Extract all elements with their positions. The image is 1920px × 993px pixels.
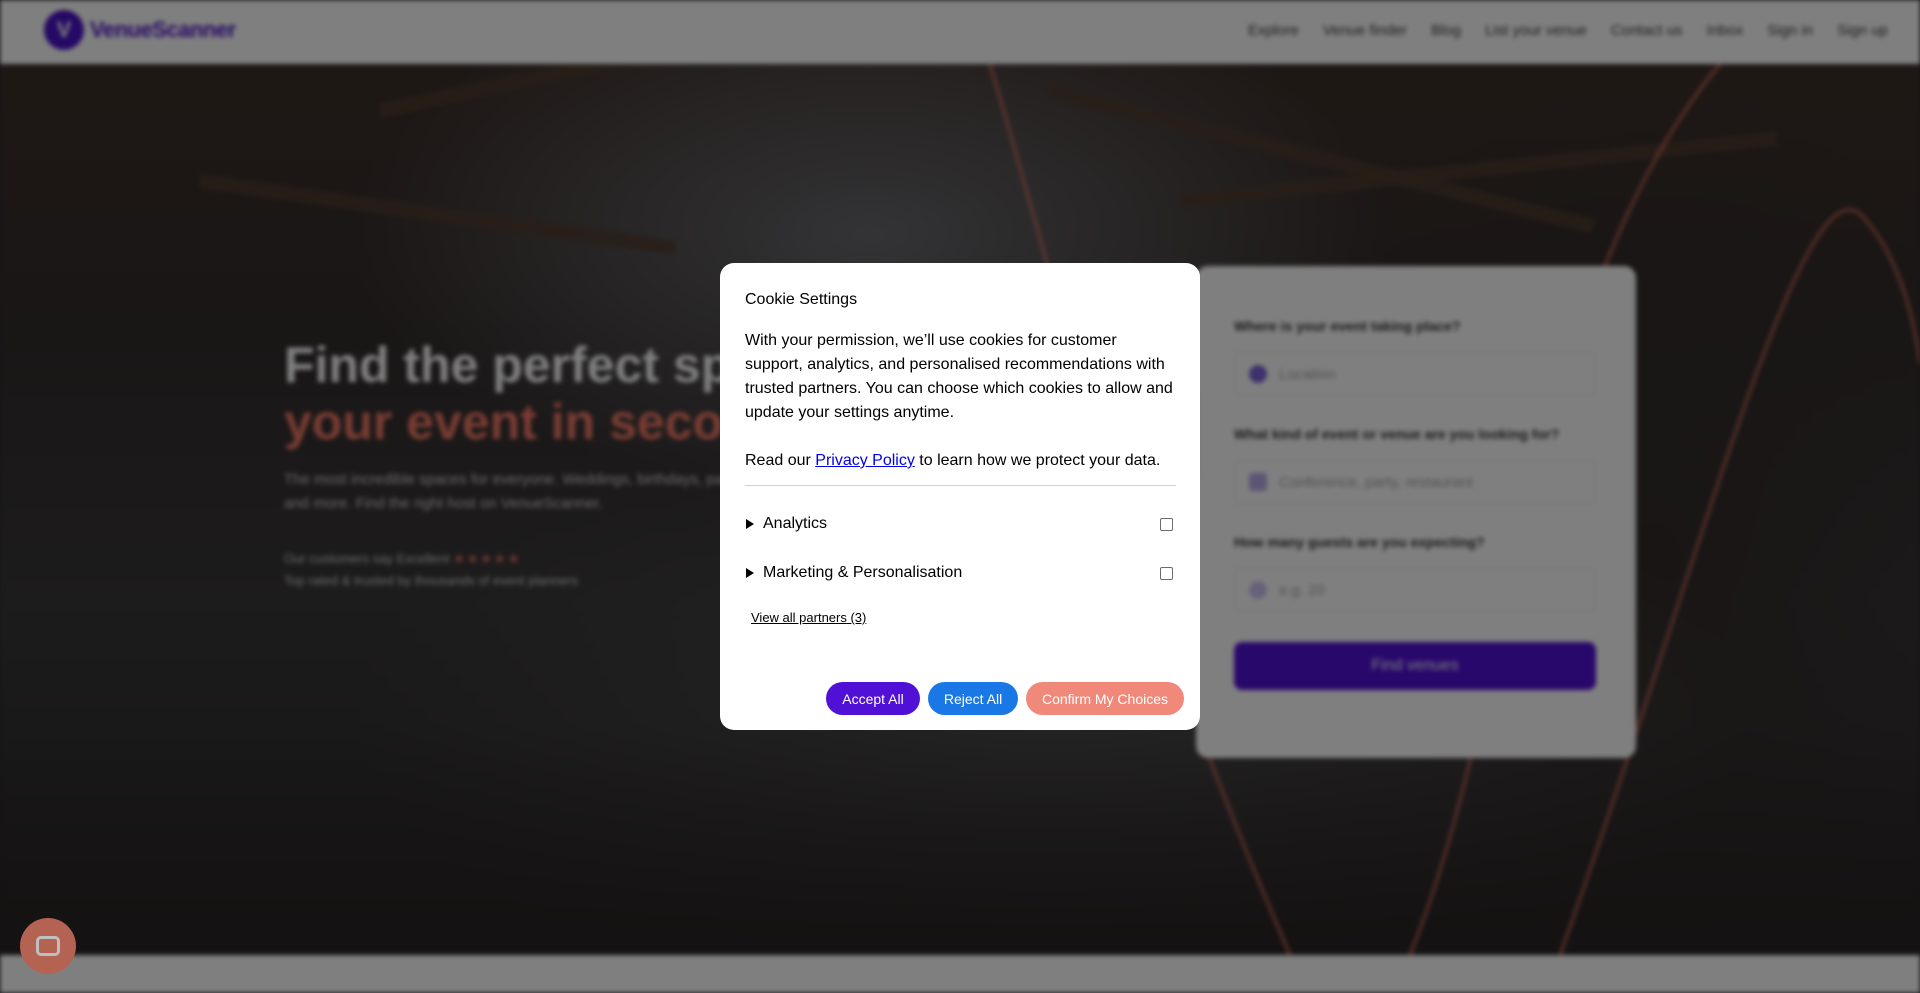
modal-title: Cookie Settings xyxy=(745,291,858,308)
chat-widget-button[interactable] xyxy=(20,918,76,974)
accept-all-button[interactable]: Accept All xyxy=(826,682,920,715)
chat-bubble-icon xyxy=(36,936,60,956)
privacy-policy-text: Read our Privacy Policy to learn how we … xyxy=(745,449,1175,473)
category-marketing[interactable]: Marketing & Personalisation xyxy=(745,561,1176,585)
category-label: Analytics xyxy=(763,515,828,532)
analytics-checkbox[interactable] xyxy=(1160,518,1173,531)
expand-caret-icon[interactable] xyxy=(746,519,754,529)
expand-caret-icon[interactable] xyxy=(746,568,754,578)
view-partners-link[interactable]: View all partners (3) xyxy=(751,610,1175,625)
policy-suffix: to learn how we protect your data. xyxy=(914,452,1161,469)
confirm-choices-button[interactable]: Confirm My Choices xyxy=(1026,682,1184,715)
privacy-policy-link[interactable]: Privacy Policy xyxy=(815,452,915,469)
reject-all-button[interactable]: Reject All xyxy=(928,682,1018,715)
modal-divider xyxy=(745,485,1176,486)
cookie-settings-modal: Cookie Settings With your permission, we… xyxy=(720,263,1200,730)
category-analytics[interactable]: Analytics xyxy=(745,512,1176,536)
category-label: Marketing & Personalisation xyxy=(763,564,963,581)
policy-prefix: Read our xyxy=(745,452,816,469)
modal-actions: Accept All Reject All Confirm My Choices xyxy=(826,682,1184,715)
modal-body-text: With your permission, we’ll use cookies … xyxy=(745,332,1173,421)
marketing-checkbox[interactable] xyxy=(1160,567,1173,580)
